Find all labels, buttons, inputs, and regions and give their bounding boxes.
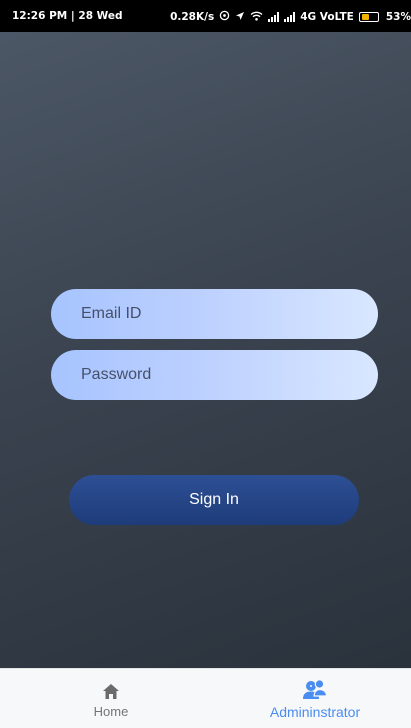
email-input[interactable] [79, 304, 378, 324]
battery-icon [358, 12, 379, 22]
nav-item-administrator[interactable]: Admininstrator [250, 669, 380, 728]
status-time: 12:26 PM [12, 10, 68, 22]
signal-bars-icon [268, 12, 280, 22]
network-type: 4G VoLTE [300, 11, 354, 23]
status-separator: | [70, 10, 75, 22]
status-right: 0.28K/s 4G VoLTE 53% [170, 10, 411, 24]
nav-label-administrator: Admininstrator [269, 703, 361, 720]
battery-fill [361, 14, 369, 20]
status-bar: 12:26 PM | 28 Wed 0.28K/s 4G VoLTE 53% [0, 0, 411, 32]
wifi-icon [250, 11, 263, 24]
location-arrow-icon [235, 11, 245, 24]
signal-bars-icon [284, 12, 296, 22]
password-input[interactable] [79, 365, 378, 385]
email-field[interactable] [51, 289, 378, 339]
status-left: 12:26 PM | 28 Wed [12, 10, 123, 22]
sign-in-label: Sign In [189, 491, 239, 508]
bottom-nav: Home Admininstrator [0, 668, 411, 728]
network-speed: 0.28K/s [170, 11, 215, 23]
nav-label-home: Home [93, 704, 129, 719]
password-field[interactable] [51, 350, 378, 400]
admin-users-icon [302, 678, 328, 700]
battery-percent: 53% [385, 11, 411, 23]
status-date: 28 Wed [78, 10, 123, 22]
home-icon [102, 678, 120, 700]
sign-in-button[interactable]: Sign In [69, 475, 359, 525]
nav-item-home[interactable]: Home [70, 669, 152, 728]
data-saver-icon [219, 10, 230, 24]
